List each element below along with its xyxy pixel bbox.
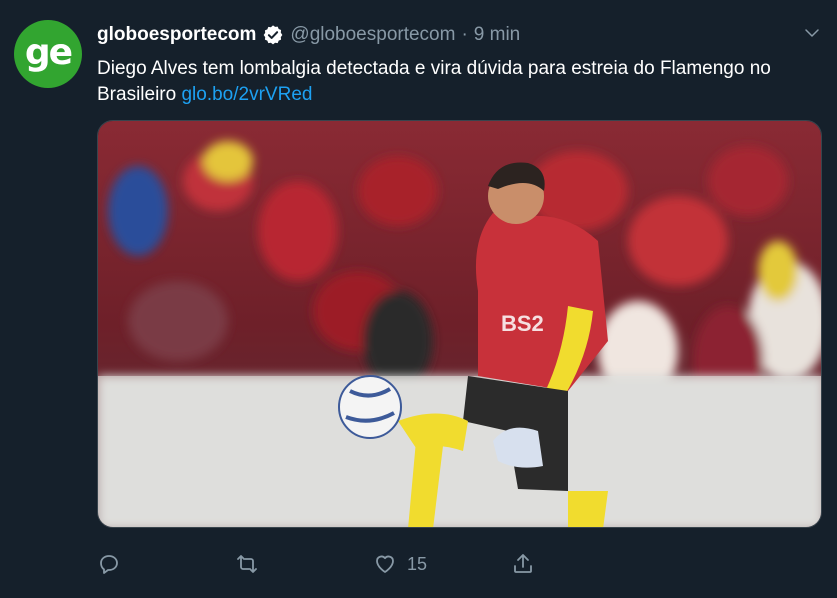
reply-button[interactable] <box>97 552 121 576</box>
svg-text:BS2: BS2 <box>501 311 544 336</box>
chevron-down-icon[interactable] <box>803 24 821 42</box>
tweet-media-photo[interactable]: BS2 <box>97 120 822 528</box>
photo-goalkeeper: BS2 <box>98 121 821 527</box>
reply-icon <box>100 555 118 574</box>
share-button[interactable] <box>511 552 535 576</box>
timestamp[interactable]: 9 min <box>474 24 520 46</box>
tweet-header: globoesportecom @globoesportecom · 9 min <box>97 22 520 48</box>
retweet-button[interactable] <box>235 552 259 576</box>
display-name[interactable]: globoesportecom <box>97 24 256 46</box>
verified-badge-icon <box>264 25 283 45</box>
tweet[interactable]: ge globoesportecom @globoesportecom · 9 … <box>0 0 837 598</box>
like-count: 15 <box>407 553 428 574</box>
avatar[interactable]: ge <box>14 20 82 88</box>
separator-dot: · <box>461 24 468 45</box>
share-icon <box>514 554 532 573</box>
tweet-text: Diego Alves tem lombalgia detectada e vi… <box>97 56 817 108</box>
tweet-link[interactable]: glo.bo/2vrVRed <box>181 84 312 105</box>
heart-icon <box>376 555 394 573</box>
retweet-icon <box>237 555 257 573</box>
user-handle[interactable]: @globoesportecom <box>290 24 455 46</box>
like-button[interactable]: 15 <box>373 552 427 576</box>
avatar-logo-text: ge <box>24 31 73 73</box>
